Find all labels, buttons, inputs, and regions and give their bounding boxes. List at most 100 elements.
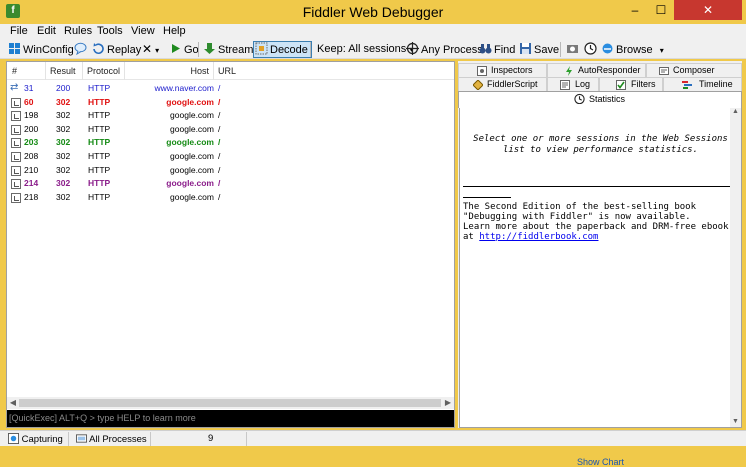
browse-button[interactable]: Browse ▾ <box>601 42 664 57</box>
capture-toggle[interactable]: Capturing <box>8 433 63 445</box>
table-row[interactable]: 60 302 HTTP google.com / <box>7 96 454 110</box>
script-icon <box>473 80 483 90</box>
menu-rules[interactable]: Rules <box>64 25 92 37</box>
tab-inspectors[interactable]: Inspectors <box>458 63 547 77</box>
save-button[interactable]: Save <box>519 42 559 57</box>
row-url: / <box>218 178 221 189</box>
capture-label: Capturing <box>21 434 63 445</box>
menu-view[interactable]: View <box>131 25 155 37</box>
session-count: 9 <box>208 433 214 444</box>
column-header-host[interactable]: Host <box>190 66 209 76</box>
column-divider[interactable] <box>45 62 46 80</box>
camera-icon <box>567 45 578 53</box>
tab-filters-label: Filters <box>631 79 656 89</box>
row-protocol: HTTP <box>88 123 111 134</box>
show-chart-link[interactable]: Show Chart <box>460 457 741 467</box>
stream-arrow-icon <box>204 43 215 54</box>
table-row[interactable]: 210 302 HTTP google.com / <box>7 164 454 178</box>
row-protocol: HTTP <box>88 164 111 175</box>
go-button[interactable]: Go <box>169 42 199 57</box>
save-icon <box>520 43 531 54</box>
find-button[interactable]: Find <box>479 42 515 57</box>
status-separator <box>150 432 151 446</box>
response-icon <box>11 97 21 108</box>
row-number: 218 <box>24 191 39 202</box>
scroll-right-icon[interactable]: ▶ <box>442 397 454 409</box>
menu-help[interactable]: Help <box>163 25 186 37</box>
tab-fiddlerscript[interactable]: FiddlerScript <box>458 77 547 91</box>
process-filter[interactable]: All Processes <box>76 433 147 445</box>
title-bar: f Fiddler Web Debugger ‒ ☐ ✕ <box>0 0 746 24</box>
table-row[interactable]: 208 302 HTTP google.com / <box>7 150 454 164</box>
column-header-result[interactable]: Result <box>50 66 76 76</box>
maximize-button[interactable]: ☐ <box>648 0 674 20</box>
any-process-button[interactable]: Any Process <box>406 42 483 57</box>
minimize-button[interactable]: ‒ <box>622 0 648 20</box>
scrollbar-thumb[interactable] <box>19 399 441 407</box>
row-url: / <box>218 110 221 121</box>
row-number: 31 <box>24 83 34 93</box>
remove-icon: ✕ <box>142 42 153 56</box>
fiddlerbook-link[interactable]: http://fiddlerbook.com <box>479 232 598 242</box>
tab-composer[interactable]: Composer <box>646 63 742 77</box>
divider <box>463 186 735 187</box>
menu-file[interactable]: File <box>10 25 28 37</box>
toolbar-separator <box>310 42 311 57</box>
table-row[interactable]: 214 302 HTTP google.com / <box>7 177 454 191</box>
divider <box>463 197 511 198</box>
vertical-scrollbar[interactable]: ▲ ▼ <box>730 106 741 427</box>
table-row[interactable]: 31 200 HTTP www.naver.com / <box>7 81 454 96</box>
keep-sessions-dropdown[interactable]: Keep: All sessions ▾ <box>317 42 413 57</box>
browse-label: Browse <box>616 44 653 56</box>
tab-filters[interactable]: Filters <box>599 77 663 91</box>
windows-icon <box>9 43 20 54</box>
menu-tools[interactable]: Tools <box>97 25 123 37</box>
tab-statistics-label: Statistics <box>589 94 626 104</box>
table-row[interactable]: 200 302 HTTP google.com / <box>7 123 454 137</box>
column-divider[interactable] <box>82 62 83 80</box>
row-result: 302 <box>56 191 71 202</box>
arrows-icon <box>10 81 22 94</box>
tab-autoresponder[interactable]: AutoResponder <box>547 63 646 77</box>
composer-icon <box>659 67 669 75</box>
play-icon <box>172 44 180 53</box>
screenshot-button[interactable] <box>566 42 581 57</box>
column-divider[interactable] <box>213 62 214 80</box>
scroll-down-icon[interactable]: ▼ <box>730 416 741 427</box>
comment-button[interactable] <box>74 42 89 57</box>
menu-edit[interactable]: Edit <box>37 25 56 37</box>
tab-autoresponder-label: AutoResponder <box>578 65 641 75</box>
horizontal-scrollbar[interactable]: ◀ ▶ <box>7 397 454 409</box>
row-protocol: HTTP <box>88 137 111 148</box>
tab-fiddlerscript-label: FiddlerScript <box>487 79 538 89</box>
replay-button[interactable]: Replay <box>92 42 141 57</box>
table-row[interactable]: 203 302 HTTP google.com / <box>7 136 454 150</box>
tab-statistics[interactable]: Statistics <box>458 91 742 108</box>
row-protocol: HTTP <box>88 83 111 93</box>
quickexec-input[interactable]: [QuickExec] ALT+Q > type HELP to learn m… <box>7 410 454 427</box>
close-button[interactable]: ✕ <box>674 0 742 20</box>
row-url: / <box>218 164 221 175</box>
column-header-number[interactable]: # <box>12 66 17 76</box>
toolbar: WinConfig Replay ✕ ▾ Go Stream Decode Ke… <box>0 40 746 59</box>
decode-button[interactable]: Decode <box>253 41 312 58</box>
winconfig-button[interactable]: WinConfig <box>8 42 74 57</box>
book-promo: The Second Edition of the best-selling b… <box>463 202 741 242</box>
tab-log[interactable]: Log <box>547 77 599 91</box>
column-divider[interactable] <box>124 62 125 80</box>
stream-button[interactable]: Stream <box>203 42 253 57</box>
row-number: 60 <box>24 96 34 107</box>
column-header-url[interactable]: URL <box>218 66 236 76</box>
remove-button[interactable]: ✕ ▾ <box>142 42 159 57</box>
row-protocol: HTTP <box>88 178 111 189</box>
promo-line: The Second Edition of the best-selling b… <box>463 202 696 212</box>
table-row[interactable]: 218 302 HTTP google.com / <box>7 191 454 205</box>
table-row[interactable]: 198 302 HTTP google.com / <box>7 109 454 123</box>
save-label: Save <box>534 44 560 56</box>
scroll-left-icon[interactable]: ◀ <box>7 397 19 409</box>
status-separator <box>246 432 247 446</box>
tab-timeline[interactable]: Timeline <box>663 77 742 91</box>
column-header-protocol[interactable]: Protocol <box>87 66 120 76</box>
chevron-down-icon: ▾ <box>659 46 664 55</box>
timer-button[interactable] <box>584 42 599 57</box>
